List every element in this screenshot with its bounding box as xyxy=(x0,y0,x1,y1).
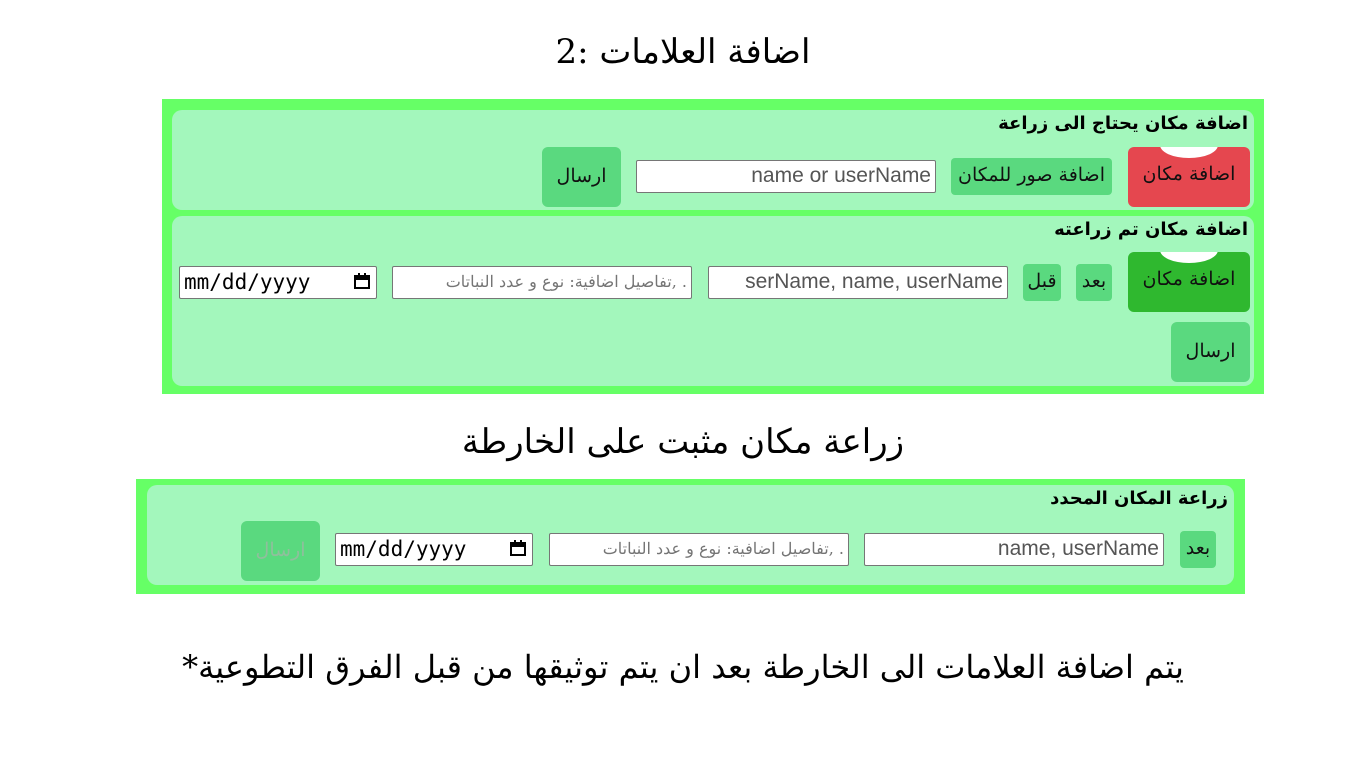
date-input[interactable]: mm/dd/yyyy xyxy=(179,266,377,299)
calendar-icon xyxy=(354,273,370,289)
plant-pinned-panel: زراعة المكان المحدد بعد name, userName ت… xyxy=(136,479,1245,594)
location-marker-icon xyxy=(1159,252,1219,264)
location-marker-icon xyxy=(1159,147,1219,159)
need-planting-title: اضافة مكان يحتاج الى زراعة xyxy=(998,113,1248,134)
calendar-icon xyxy=(510,540,526,556)
send-button[interactable]: ارسال xyxy=(241,521,320,581)
need-planting-card: اضافة مكان يحتاج الى زراعة اضافة مكان اض… xyxy=(172,110,1254,210)
add-place-marker-button[interactable]: اضافة مكان xyxy=(1128,147,1250,207)
add-markers-panel: اضافة مكان يحتاج الى زراعة اضافة مكان اض… xyxy=(162,99,1264,394)
participants-input[interactable]: serName, name, userName xyxy=(708,266,1008,299)
send-button[interactable]: ارسال xyxy=(1171,322,1250,382)
add-place-label: اضافة مكان xyxy=(1142,163,1236,185)
plant-pinned-card: زراعة المكان المحدد بعد name, userName ت… xyxy=(147,485,1234,585)
plant-pinned-title: زراعة المكان المحدد xyxy=(1050,488,1228,509)
page-title: اضافة العلامات :2 xyxy=(555,32,811,72)
before-photo-button[interactable]: قبل xyxy=(1023,264,1061,301)
participants-input[interactable]: name, userName xyxy=(864,533,1164,566)
add-place-marker-button[interactable]: اضافة مكان xyxy=(1128,252,1250,312)
send-button[interactable]: ارسال xyxy=(542,147,621,207)
name-input[interactable]: name or userName xyxy=(636,160,936,193)
date-value: mm/dd/yyyy xyxy=(340,537,467,561)
planted-place-title: اضافة مكان تم زراعته xyxy=(1054,219,1248,240)
add-photos-button[interactable]: اضافة صور للمكان xyxy=(951,158,1112,195)
add-place-label: اضافة مكان xyxy=(1142,268,1236,290)
details-input[interactable]: تفاصيل اضافية: نوع و عدد النباتات, . xyxy=(549,533,849,566)
map-section-title: زراعة مكان مثبت على الخارطة xyxy=(461,422,905,462)
planted-place-card: اضافة مكان تم زراعته اضافة مكان بعد قبل … xyxy=(172,216,1254,386)
details-input[interactable]: تفاصيل اضافية: نوع و عدد النباتات, . xyxy=(392,266,692,299)
after-photo-button[interactable]: بعد xyxy=(1180,531,1216,568)
date-value: mm/dd/yyyy xyxy=(184,270,311,294)
date-input[interactable]: mm/dd/yyyy xyxy=(335,533,533,566)
footnote: يتم اضافة العلامات الى الخارطة بعد ان يت… xyxy=(182,648,1184,686)
after-photo-button[interactable]: بعد xyxy=(1076,264,1112,301)
